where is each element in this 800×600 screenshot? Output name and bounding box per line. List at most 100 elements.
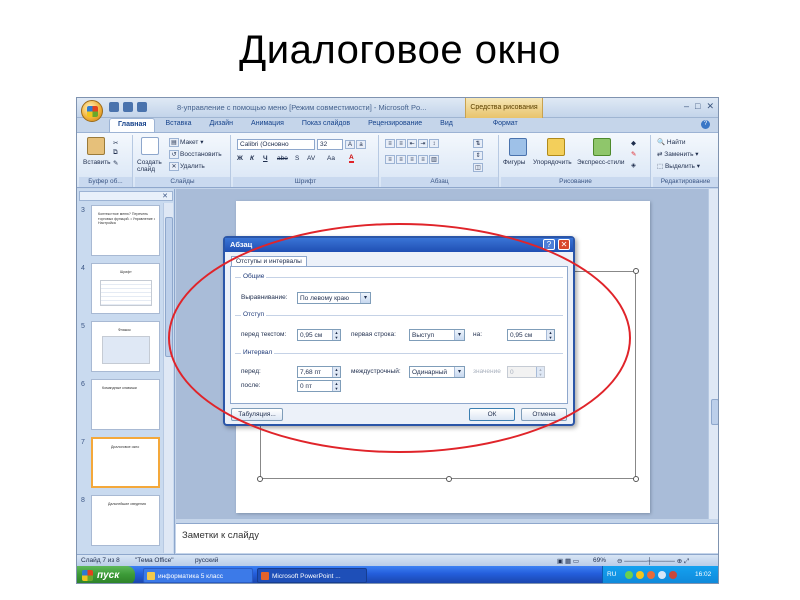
change-case-button[interactable]: Aa — [327, 155, 335, 162]
grow-font-icon[interactable]: Aa — [345, 140, 367, 149]
resize-handle[interactable] — [633, 268, 639, 274]
minimize-icon[interactable]: – — [684, 101, 689, 112]
arrange-icon[interactable] — [547, 138, 565, 156]
tab-review[interactable]: Рецензирование — [360, 118, 430, 132]
replace-button[interactable]: ⇄ Заменить ▾ — [657, 150, 699, 158]
scroll-thumb[interactable] — [165, 217, 173, 357]
redo-icon[interactable] — [137, 102, 147, 112]
resize-handle[interactable] — [257, 476, 263, 482]
delete-slide-button[interactable]: ✕ Удалить — [169, 162, 205, 171]
dialog-help-icon[interactable]: ? — [543, 239, 555, 250]
smartart-icon[interactable]: ◫ — [473, 163, 484, 172]
bold-button[interactable]: Ж — [237, 155, 243, 162]
task-powerpoint[interactable]: Microsoft PowerPoint ... — [257, 568, 367, 583]
close-icon[interactable]: ✕ — [706, 101, 714, 112]
tab-slideshow[interactable]: Показ слайдов — [294, 118, 358, 132]
layout-button[interactable]: ▤ Макет ▾ — [169, 138, 203, 147]
canvas-scrollbar[interactable] — [708, 189, 718, 519]
task-folder[interactable]: информатика 5 класс — [143, 568, 253, 583]
start-button[interactable]: пуск — [77, 566, 135, 583]
close-icon[interactable]: ✕ — [162, 192, 168, 200]
language-indicator[interactable]: RU — [607, 571, 616, 578]
indent-before-input[interactable]: 0,95 см ▲ ▼ — [297, 329, 341, 341]
help-icon[interactable]: ? — [701, 120, 710, 129]
new-slide-button[interactable]: Создать слайд — [137, 159, 167, 173]
select-button[interactable]: ⬚ Выделить ▾ — [657, 162, 700, 170]
shapes-button[interactable]: Фигуры — [503, 159, 525, 166]
spacing-before-input[interactable]: 7,68 пт ▲ ▼ — [297, 366, 341, 378]
spacing-after-input[interactable]: 0 пт ▲ ▼ — [297, 380, 341, 392]
strikethrough-button[interactable]: abe — [277, 155, 288, 162]
tab-view[interactable]: Вид — [432, 118, 461, 132]
alignment-select[interactable]: По левому краю ▾ — [297, 292, 371, 304]
new-slide-icon[interactable] — [141, 137, 159, 155]
ok-button[interactable]: ОК — [469, 408, 515, 421]
tray-icon[interactable] — [636, 571, 644, 579]
tray-icon[interactable] — [647, 571, 655, 579]
shapes-icon[interactable] — [509, 138, 527, 156]
zoom-slider[interactable]: ⊖ ─────┼───── ⊕ ⤢ — [617, 557, 689, 566]
scroll-thumb[interactable] — [711, 399, 718, 425]
spinner-icon[interactable]: ▲ ▼ — [332, 367, 340, 377]
notes-pane[interactable]: Заметки к слайду — [176, 523, 718, 553]
cut-icon[interactable]: ✂ — [113, 139, 118, 147]
resize-handle[interactable] — [633, 476, 639, 482]
first-line-select[interactable]: Выступ ▾ — [409, 329, 465, 341]
italic-button[interactable]: К — [250, 155, 254, 162]
align-icons[interactable]: ≡ ≡ ≡ ≡ ▥ — [385, 155, 440, 164]
chevron-down-icon[interactable]: ▾ — [454, 330, 464, 340]
tray-icon[interactable] — [658, 571, 666, 579]
tab-home[interactable]: Главная — [109, 118, 156, 132]
spinner-icon[interactable]: ▲ ▼ — [332, 381, 340, 391]
char-spacing-button[interactable]: AV — [307, 155, 315, 162]
format-painter-icon[interactable]: ✎ — [113, 159, 118, 167]
copy-icon[interactable]: ⧉ — [113, 149, 118, 157]
find-button[interactable]: 🔍 Найти — [657, 138, 685, 146]
indent-by-input[interactable]: 0,95 см ▲ ▼ — [507, 329, 555, 341]
reset-button[interactable]: ↺ Восстановить — [169, 150, 222, 159]
slide-thumbnail-7[interactable]: Диалоговое окно — [91, 437, 160, 488]
text-direction-icon[interactable]: ⇅ — [473, 139, 484, 148]
spinner-icon[interactable]: ▲ ▼ — [546, 330, 554, 340]
undo-icon[interactable] — [123, 102, 133, 112]
shadow-icon[interactable]: S — [295, 155, 299, 162]
tab-insert[interactable]: Вставка — [157, 118, 199, 132]
shape-outline-icon[interactable]: ✎ — [631, 150, 636, 158]
quick-styles-button[interactable]: Экспресс-стили — [577, 159, 625, 166]
arrange-button[interactable]: Упорядочить — [533, 159, 572, 166]
paste-button[interactable]: Вставить — [83, 159, 111, 166]
slide-thumbnail-5[interactable]: Флажок — [91, 321, 160, 372]
tray-icon[interactable] — [625, 571, 633, 579]
dialog-close-icon[interactable]: ✕ — [558, 239, 570, 250]
resize-handle[interactable] — [446, 476, 452, 482]
panel-scrollbar[interactable] — [163, 203, 173, 553]
shape-effects-icon[interactable]: ◈ — [631, 161, 636, 169]
slide-thumbnail-8[interactable]: Дальнейшие сведения — [91, 495, 160, 546]
tab-format[interactable]: Формат — [485, 118, 526, 132]
font-color-button[interactable]: A — [349, 154, 354, 163]
chevron-down-icon[interactable]: ▾ — [360, 293, 370, 303]
view-buttons[interactable]: ▣ ▦ ▭ — [557, 557, 579, 565]
slide-thumbnail-3[interactable]: Контекстное меню? Перечень торговых функ… — [91, 205, 160, 256]
tabs-button[interactable]: Табуляция... — [231, 408, 283, 421]
font-size-combo[interactable]: 32 — [317, 139, 343, 150]
cancel-button[interactable]: Отмена — [521, 408, 567, 421]
shape-fill-icon[interactable]: ◆ — [631, 139, 636, 147]
bullets-icon[interactable]: ≡ ≡ ⇤ ⇥ ↕ — [385, 139, 440, 148]
tray-icon[interactable] — [669, 571, 677, 579]
slide-thumbnail-4[interactable]: Шрифт — [91, 263, 160, 314]
slide-thumbnail-6[interactable]: Командные клавиши — [91, 379, 160, 430]
chevron-down-icon[interactable]: ▾ — [454, 367, 464, 377]
line-spacing-select[interactable]: Одинарный ▾ — [409, 366, 465, 378]
panel-tabs[interactable]: ✕ — [79, 191, 173, 201]
paste-icon[interactable] — [87, 137, 105, 155]
quick-styles-icon[interactable] — [593, 138, 611, 156]
align-text-icon[interactable]: ⇕ — [473, 151, 484, 160]
tab-animation[interactable]: Анимация — [243, 118, 292, 132]
tab-design[interactable]: Дизайн — [202, 118, 242, 132]
office-button[interactable] — [81, 100, 103, 122]
underline-button[interactable]: Ч — [263, 155, 268, 162]
spinner-icon[interactable]: ▲ ▼ — [332, 330, 340, 340]
maximize-icon[interactable]: □ — [695, 101, 700, 112]
save-icon[interactable] — [109, 102, 119, 112]
